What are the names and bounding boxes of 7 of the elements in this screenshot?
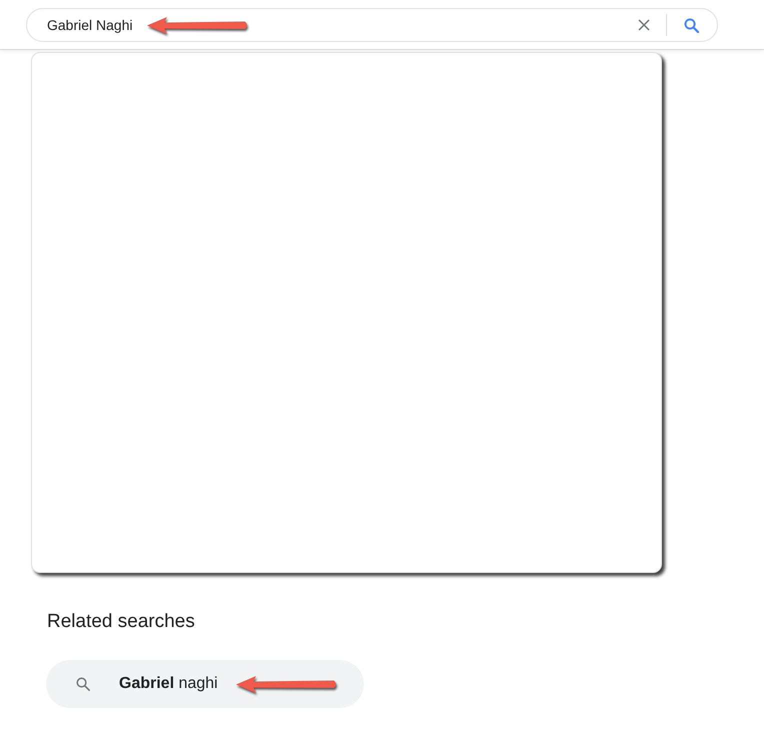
related-search-text: Gabriel naghi (119, 674, 218, 694)
close-icon (638, 19, 650, 31)
search-icon (76, 677, 90, 691)
search-icon (684, 18, 698, 32)
search-input[interactable]: Gabriel Naghi (47, 15, 133, 35)
section-heading: Related searches (47, 610, 195, 634)
related-search-chip[interactable]: Gabriel naghi (46, 660, 364, 708)
